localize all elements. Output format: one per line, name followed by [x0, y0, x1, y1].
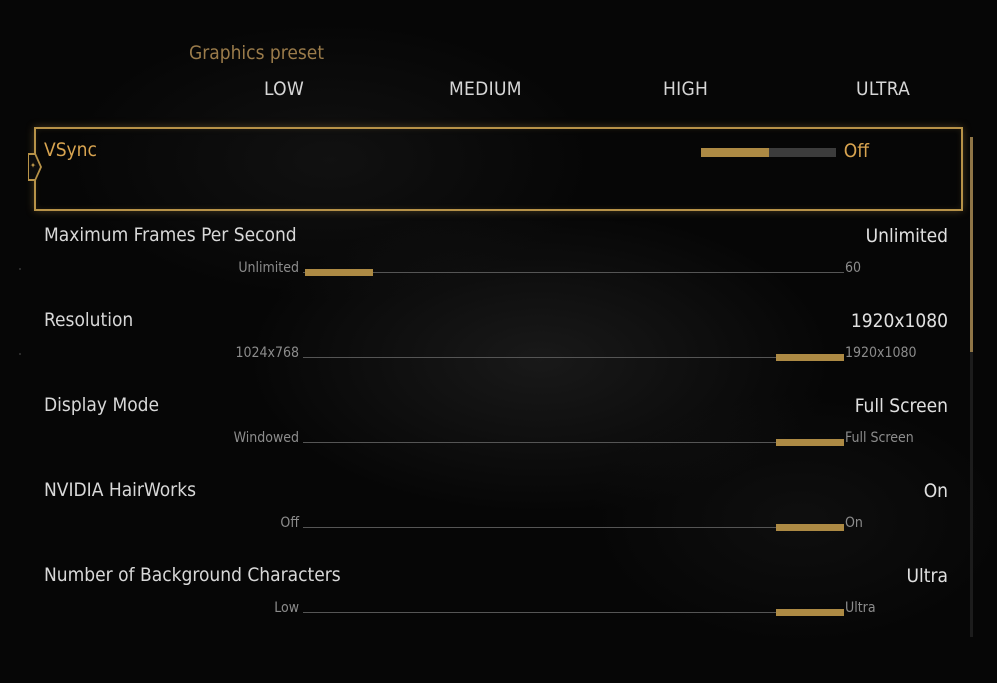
slider-track[interactable]	[303, 357, 844, 358]
setting-name: Resolution	[44, 309, 134, 331]
setting-value: On	[923, 480, 948, 502]
slider-thumb[interactable]	[776, 354, 844, 361]
preset-low-option[interactable]: LOW	[264, 78, 304, 100]
setting-name: Display Mode	[44, 394, 160, 416]
setting-value: 1920x1080	[850, 310, 948, 332]
slider-track[interactable]	[303, 527, 844, 528]
selection-marker-glyph: ✦	[30, 161, 37, 170]
preset-ultra-option[interactable]: ULTRA	[856, 78, 910, 100]
graphics-preset-label: Graphics preset	[189, 42, 325, 64]
vsync-toggle-fill	[701, 148, 769, 157]
setting-value: Off	[843, 140, 869, 162]
scrollbar-thumb[interactable]	[970, 137, 973, 352]
slider-min-label: Low	[274, 600, 299, 616]
setting-value: Unlimited	[865, 225, 948, 247]
slider-max-label: On	[845, 515, 863, 531]
setting-name: NVIDIA HairWorks	[44, 479, 197, 501]
slider-track[interactable]	[303, 442, 844, 443]
slider-track[interactable]	[303, 612, 844, 613]
slider-min-label: 1024x768	[235, 345, 299, 361]
decorative-dot	[19, 353, 21, 355]
slider-thumb[interactable]	[776, 524, 844, 531]
slider-thumb[interactable]	[776, 609, 844, 616]
setting-value: Ultra	[906, 565, 948, 587]
slider-track[interactable]	[303, 272, 844, 273]
slider-min-label: Unlimited	[238, 260, 299, 276]
slider-max-label: Full Screen	[845, 430, 914, 446]
setting-value: Full Screen	[854, 395, 948, 417]
slider-thumb[interactable]	[305, 269, 373, 276]
slider-max-label: Ultra	[845, 600, 876, 616]
setting-name: Number of Background Characters	[44, 564, 341, 586]
setting-name: VSync	[44, 139, 97, 161]
slider-min-label: Windowed	[233, 430, 299, 446]
slider-thumb[interactable]	[776, 439, 844, 446]
selection-frame	[34, 127, 963, 211]
decorative-dot	[19, 268, 21, 270]
slider-max-label: 1920x1080	[845, 345, 917, 361]
setting-name: Maximum Frames Per Second	[44, 224, 297, 246]
slider-max-label: 60	[845, 260, 862, 276]
preset-high-option[interactable]: HIGH	[663, 78, 708, 100]
preset-medium-option[interactable]: MEDIUM	[449, 78, 522, 100]
slider-min-label: Off	[280, 515, 299, 531]
